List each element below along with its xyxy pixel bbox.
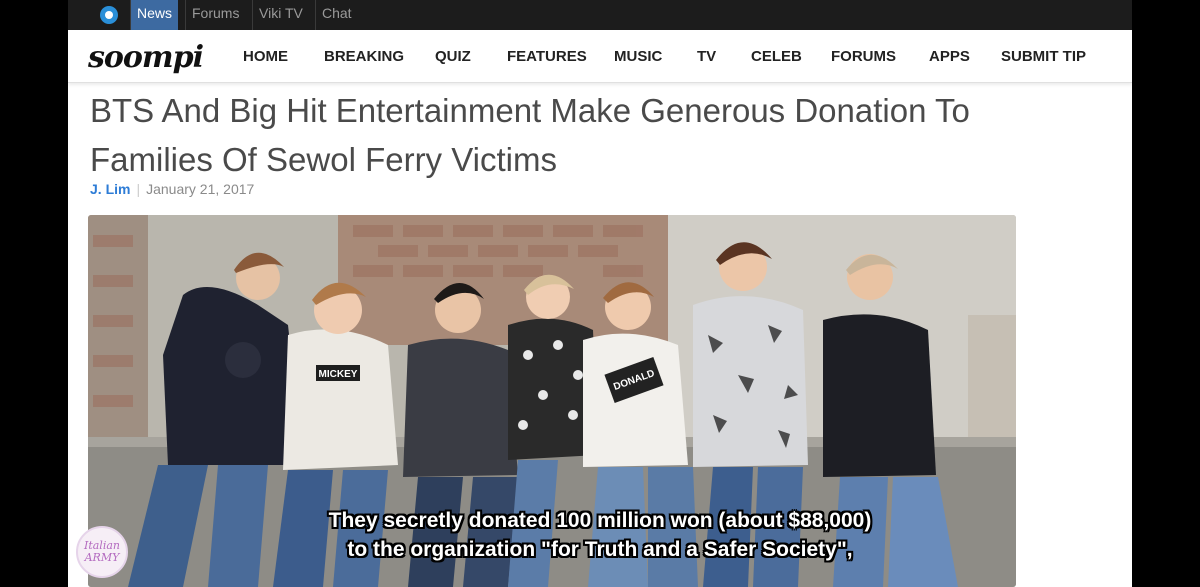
nav-celeb[interactable]: CELEB — [751, 48, 802, 65]
author-link[interactable]: J. Lim — [90, 181, 130, 197]
byline-divider: | — [136, 181, 141, 197]
nav-home[interactable]: HOME — [243, 48, 288, 65]
publish-date: January 21, 2017 — [146, 181, 255, 197]
tab-news[interactable]: News — [130, 0, 179, 30]
article-byline: J. Lim | January 21, 2017 — [90, 181, 254, 197]
watermark-line-2: ARMY — [84, 551, 120, 564]
nav-forums[interactable]: FORUMS — [831, 48, 896, 65]
nav-apps[interactable]: APPS — [929, 48, 970, 65]
nav-submit-tip[interactable]: SUBMIT TIP — [1001, 48, 1086, 65]
mickey-shirt-text: MICKEY — [319, 369, 358, 380]
tab-forums[interactable]: Forums — [185, 0, 245, 30]
nav-tv[interactable]: TV — [697, 48, 716, 65]
tab-viki-tv[interactable]: Viki TV — [252, 0, 309, 30]
tab-chat[interactable]: Chat — [315, 0, 358, 30]
soompi-logo[interactable]: soompi — [88, 40, 204, 75]
video-subtitles: They secretly donated 100 million won (a… — [0, 506, 1200, 564]
nav-breaking[interactable]: BREAKING — [324, 48, 404, 65]
viki-logo-icon[interactable] — [100, 6, 118, 24]
browser-page: News Forums Viki TV Chat soompi HOME BRE… — [68, 0, 1132, 587]
subtitle-line-2: to the organization "for Truth and a Saf… — [347, 538, 853, 561]
nav-features[interactable]: FEATURES — [507, 48, 587, 65]
article-title: BTS And Big Hit Entertainment Make Gener… — [90, 92, 970, 178]
subtitle-line-1: They secretly donated 100 million won (a… — [328, 509, 872, 532]
nav-quiz[interactable]: QUIZ — [435, 48, 471, 65]
network-topbar: News Forums Viki TV Chat — [68, 0, 1132, 30]
nav-music[interactable]: MUSIC — [614, 48, 662, 65]
main-navbar: soompi HOME BREAKING QUIZ FEATURES MUSIC… — [68, 30, 1132, 83]
italian-army-watermark: Italian ARMY — [76, 526, 128, 578]
